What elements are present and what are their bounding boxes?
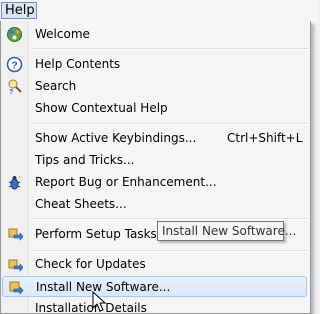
separator [32, 250, 308, 252]
mouse-cursor-icon [92, 291, 107, 312]
search-help-icon: ? [8, 79, 22, 95]
menu-bar: Help [0, 0, 318, 23]
menu-item-label: Tips and Tricks... [35, 153, 135, 167]
menu-item-label: Perform Setup Tasks... [35, 227, 169, 241]
menu-item-check-for-updates[interactable]: Check for Updates [2, 254, 307, 275]
menu-item-welcome[interactable]: Welcome [2, 24, 307, 45]
menu-item-label: Help Contents [35, 57, 121, 71]
menu-item-search[interactable]: ? Search [2, 76, 307, 97]
menu-item-help-contents[interactable]: ? Help Contents [2, 54, 307, 75]
menu-item-install-new-software[interactable]: Install New Software... [2, 276, 307, 297]
menu-item-label: Search [35, 79, 77, 93]
menu-item-label: Show Contextual Help [35, 101, 168, 115]
help-contents-icon: ? [6, 56, 23, 73]
menu-item-cheat-sheets[interactable]: Cheat Sheets... [2, 194, 307, 215]
separator [32, 123, 308, 125]
help-menu[interactable]: Help [1, 2, 37, 19]
menu-item-label: Report Bug or Enhancement... [35, 175, 217, 189]
shortcut-label: Ctrl+Shift+L [227, 131, 303, 145]
menu-item-label: Show Active Keybindings... [35, 131, 197, 145]
menu-item-installation-details[interactable]: Installation Details [2, 298, 307, 314]
separator [32, 48, 308, 50]
background-window-edge [310, 22, 318, 313]
tooltip: Install New Software... [157, 221, 296, 241]
check-updates-icon [8, 259, 23, 272]
menu-item-label: Installation Details [35, 301, 147, 314]
welcome-icon [7, 27, 22, 42]
menu-item-label: Check for Updates [35, 257, 146, 271]
menu-item-tips-and-tricks[interactable]: Tips and Tricks... [2, 150, 307, 171]
menu-item-show-active-keybindings[interactable]: Show Active Keybindings... Ctrl+Shift+L [2, 128, 307, 149]
menu-item-show-contextual-help[interactable]: Show Contextual Help [2, 98, 307, 119]
setup-tasks-icon [8, 228, 23, 241]
menu-item-label: Welcome [35, 27, 90, 41]
report-bug-icon [8, 176, 21, 190]
help-dropdown-menu: Welcome ? Help Contents ? Search Show Co… [0, 21, 311, 314]
menu-item-label: Cheat Sheets... [35, 197, 127, 211]
separator [32, 218, 308, 220]
svg-text:?: ? [11, 61, 17, 72]
menu-item-report-bug[interactable]: Report Bug or Enhancement... [2, 172, 307, 193]
install-software-icon [9, 281, 24, 295]
svg-text:?: ? [9, 89, 13, 95]
